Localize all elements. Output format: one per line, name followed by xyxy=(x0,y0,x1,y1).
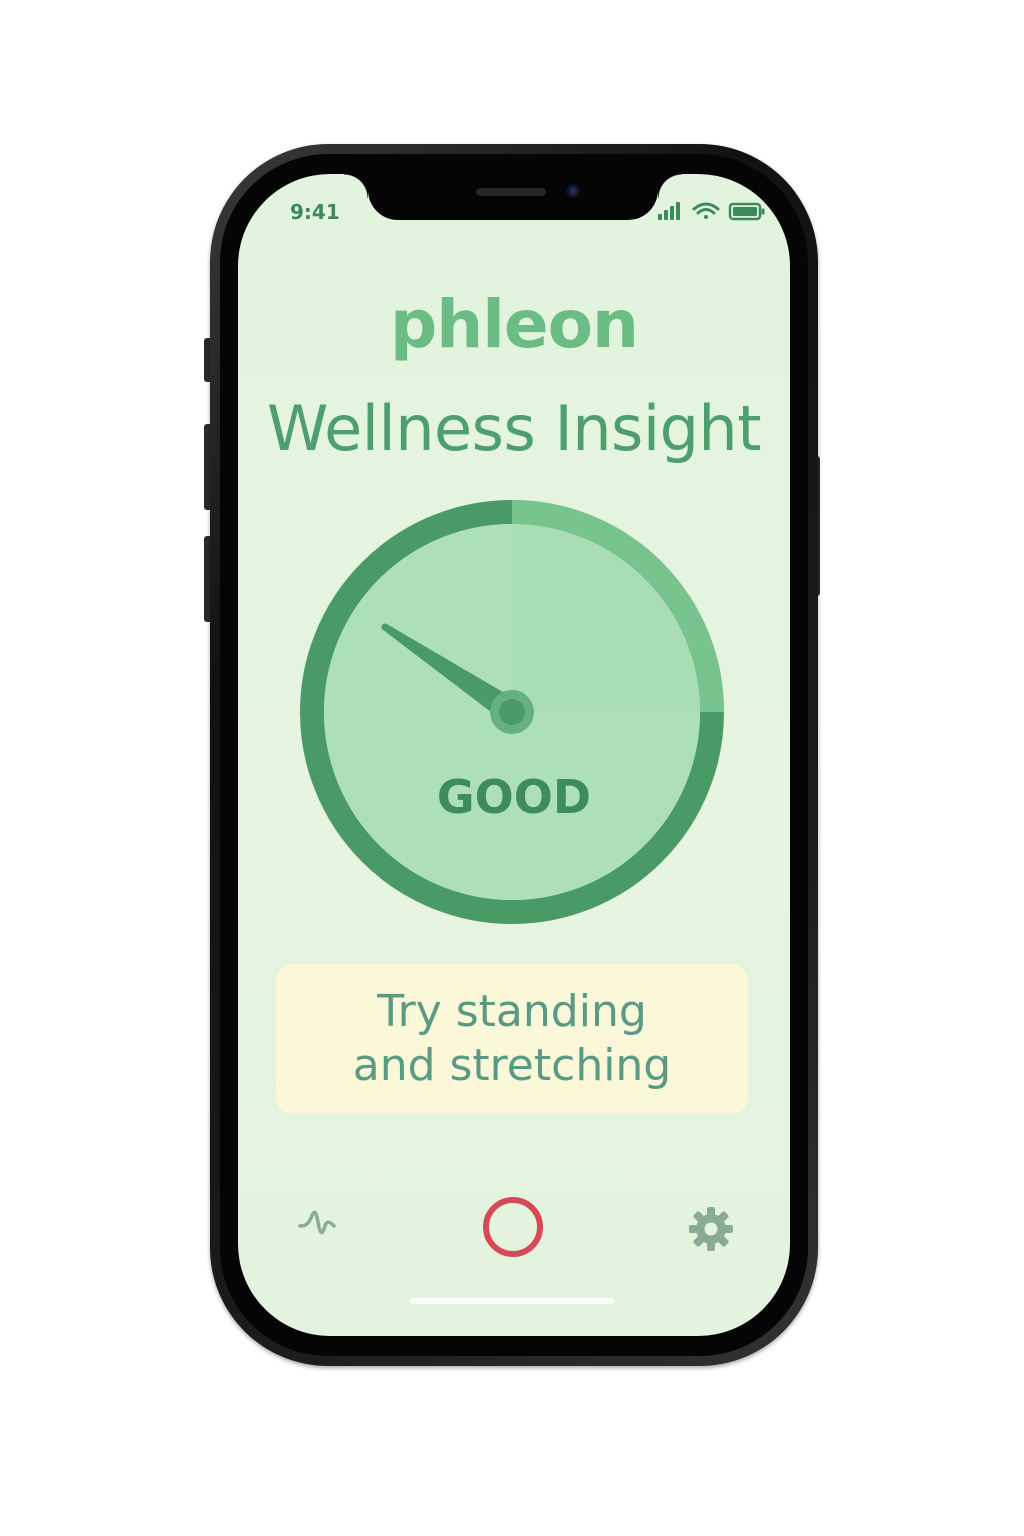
tab-activity[interactable] xyxy=(294,1198,344,1248)
status-icons xyxy=(658,202,765,221)
battery-icon xyxy=(728,202,765,221)
record-button[interactable] xyxy=(480,1194,546,1260)
front-camera xyxy=(566,184,580,198)
gauge-status-label: GOOD xyxy=(436,770,592,824)
record-circle-icon xyxy=(483,1197,543,1257)
needle-hub-center xyxy=(499,699,525,725)
home-indicator[interactable] xyxy=(410,1298,614,1304)
tip-card[interactable]: Try standing and stretching xyxy=(276,964,748,1114)
notch xyxy=(344,174,682,220)
speaker-grille xyxy=(476,188,546,196)
gear-icon xyxy=(689,1207,733,1251)
wellness-gauge xyxy=(300,500,724,924)
activity-wave-icon xyxy=(298,1210,336,1235)
phone-screen: 9:41 phleon Wellness Insight GOOD Try st… xyxy=(238,174,790,1336)
wifi-icon xyxy=(692,202,720,219)
phone-frame: 9:41 phleon Wellness Insight GOOD Try st… xyxy=(210,144,818,1366)
signal-icon xyxy=(658,202,680,220)
status-time: 9:41 xyxy=(290,200,340,224)
brand-logo: phleon xyxy=(390,286,639,363)
tab-settings[interactable] xyxy=(686,1204,736,1254)
gauge-face-highlight xyxy=(512,524,700,712)
stage: 9:41 phleon Wellness Insight GOOD Try st… xyxy=(0,0,1024,1536)
tip-text: Try standing and stretching xyxy=(352,986,672,1091)
page-title: Wellness Insight xyxy=(266,392,762,465)
